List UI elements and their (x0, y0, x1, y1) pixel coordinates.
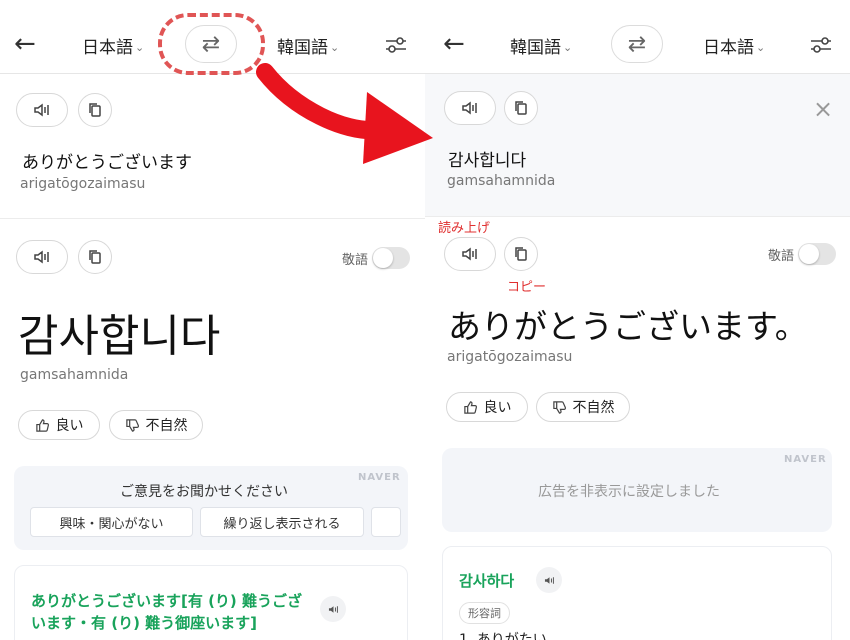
unnatural-label: 不自然 (145, 418, 188, 434)
result-copy-button[interactable] (78, 240, 112, 274)
survey-option[interactable]: 繰り返し表示される (200, 507, 364, 537)
speaker-icon (462, 101, 477, 115)
copy-icon (515, 247, 527, 261)
ad-hidden-message: 広告を非表示に設定しました (538, 484, 720, 500)
good-feedback-button[interactable]: 良い (18, 410, 100, 440)
dictionary-entry[interactable]: ありがとうございます[有 (り) 難うござ (31, 590, 302, 611)
dictionary-entry-cont[interactable]: います・有 (り) 難う御座います] (31, 612, 257, 633)
source-language-label: 日本語 (82, 38, 133, 58)
honorific-switch[interactable] (372, 247, 411, 269)
speaker-icon (462, 247, 477, 261)
dictionary-speak-button[interactable] (320, 596, 346, 622)
result-text: 감사합니다 (18, 311, 221, 362)
back-arrow-icon[interactable]: ← (14, 31, 38, 57)
thumbs-down-icon (552, 400, 566, 414)
speaker-icon (544, 576, 554, 584)
source-language-label: 韓国語 (510, 38, 561, 58)
thumbs-down-icon (125, 418, 139, 432)
source-romanization: gamsahamnida (447, 173, 556, 189)
ad-hidden-card: NAVER 広告を非表示に設定しました (442, 448, 832, 532)
target-language-label: 韓国語 (277, 38, 328, 58)
honorific-label: 敬語 (342, 252, 369, 268)
red-arrow-annotation (256, 63, 433, 164)
dictionary-card: 감사하다 形容詞 1. ありがたい (442, 546, 832, 640)
source-language-select[interactable]: 日本語 ⌄ (82, 33, 144, 58)
unnatural-feedback-button[interactable]: 不自然 (536, 392, 630, 422)
source-speak-button[interactable] (16, 93, 68, 127)
copy-icon (89, 103, 101, 117)
result-speak-button[interactable] (444, 237, 496, 271)
result-copy-button[interactable] (504, 237, 538, 271)
target-language-label: 日本語 (703, 38, 754, 58)
good-label: 良い (55, 418, 84, 434)
top-bar: ← 韓国語 ⌄ ⇄ 日本語 ⌄ (425, 0, 850, 74)
survey-option-partial[interactable] (371, 507, 401, 537)
target-language-select[interactable]: 日本語 ⌄ (703, 33, 765, 58)
result-romanization: gamsahamnida (20, 367, 129, 383)
close-icon[interactable]: × (813, 97, 833, 121)
source-language-select[interactable]: 韓国語 ⌄ (510, 33, 572, 58)
honorific-toggle[interactable]: 敬語 (342, 247, 411, 269)
thumbs-up-icon (35, 418, 49, 432)
chevron-down-icon: ⌄ (330, 41, 340, 54)
copy-annotation: コピー (507, 280, 547, 295)
source-copy-button[interactable] (504, 91, 538, 125)
unnatural-label: 不自然 (572, 400, 615, 416)
source-copy-button[interactable] (78, 93, 112, 127)
settings-sliders-icon[interactable] (809, 33, 833, 57)
right-translator-panel: ← 韓国語 ⌄ ⇄ 日本語 ⌄ × 감사합니다 gamsahamnida 読み上げ … (425, 0, 850, 640)
chevron-down-icon: ⌄ (135, 41, 145, 54)
naver-brand: NAVER (784, 454, 827, 465)
unnatural-feedback-button[interactable]: 不自然 (109, 410, 203, 440)
honorific-toggle[interactable]: 敬語 (768, 243, 837, 265)
speaker-icon (34, 250, 49, 264)
source-text: ありがとうございます (22, 153, 192, 173)
copy-icon (89, 250, 101, 264)
part-of-speech-tag: 形容詞 (459, 602, 510, 624)
source-text: 감사합니다 (448, 151, 527, 171)
swap-icon: ⇄ (627, 31, 647, 57)
highlight-annotation-ring (158, 13, 265, 75)
survey-question: ご意見をお聞かせください (120, 484, 288, 500)
divider (0, 218, 425, 219)
result-speak-button[interactable] (16, 240, 68, 274)
back-arrow-icon[interactable]: ← (443, 31, 467, 57)
dictionary-headword[interactable]: 감사하다 (459, 570, 514, 591)
good-feedback-button[interactable]: 良い (446, 392, 528, 422)
source-romanization: arigatōgozaimasu (20, 176, 146, 192)
swap-languages-button[interactable]: ⇄ (611, 25, 663, 63)
speaker-icon (34, 103, 49, 117)
survey-option[interactable]: 興味・関心がない (30, 507, 193, 537)
honorific-switch[interactable] (798, 243, 837, 265)
read-aloud-annotation: 読み上げ (438, 221, 491, 236)
copy-icon (515, 101, 527, 115)
result-text: ありがとうございます。 (448, 307, 808, 346)
survey-card: NAVER ご意見をお聞かせください 興味・関心がない 繰り返し表示される (14, 466, 408, 550)
honorific-label: 敬語 (768, 248, 795, 264)
dictionary-speak-button[interactable] (536, 567, 562, 593)
source-speak-button[interactable] (444, 91, 496, 125)
settings-sliders-icon[interactable] (384, 33, 408, 57)
naver-brand: NAVER (358, 472, 401, 483)
thumbs-up-icon (463, 400, 477, 414)
target-language-select[interactable]: 韓国語 ⌄ (277, 33, 339, 58)
result-romanization: arigatōgozaimasu (447, 349, 573, 365)
good-label: 良い (483, 400, 512, 416)
dictionary-card: ありがとうございます[有 (り) 難うござ います・有 (り) 難う御座います] (14, 565, 408, 640)
chevron-down-icon: ⌄ (756, 41, 766, 54)
speaker-icon (328, 605, 338, 613)
chevron-down-icon: ⌄ (563, 41, 573, 54)
dictionary-sense: 1. ありがたい (459, 632, 547, 640)
